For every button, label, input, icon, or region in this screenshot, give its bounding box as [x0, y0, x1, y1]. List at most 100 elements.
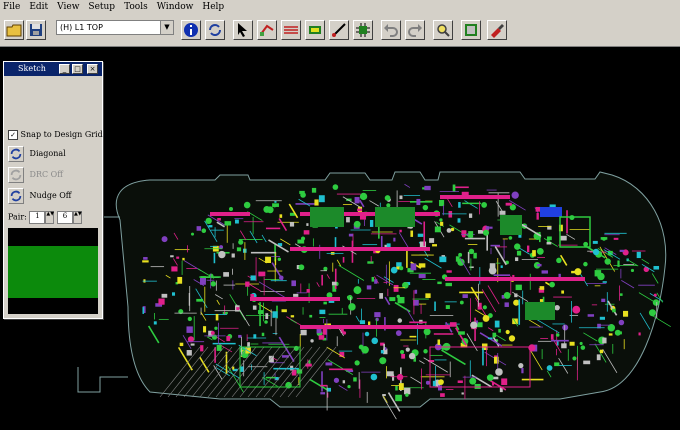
select-button[interactable] [233, 20, 253, 40]
pcb-via [458, 252, 463, 257]
maximize-icon[interactable]: □ [72, 64, 83, 74]
pcb-via [513, 299, 520, 306]
pcb-via [342, 331, 347, 335]
pcb-pad [359, 215, 366, 220]
trace-button[interactable] [329, 20, 349, 40]
pcb-via [332, 184, 339, 190]
pcb-pad [268, 355, 274, 363]
pair-from-stepper[interactable]: ▲▼ [45, 211, 55, 224]
chevron-down-icon[interactable]: ▼ [160, 21, 173, 34]
board-button[interactable] [461, 20, 481, 40]
menu-setup[interactable]: Setup [88, 0, 115, 14]
menu-edit[interactable]: Edit [29, 0, 48, 14]
drc-button[interactable] [487, 20, 507, 40]
menu-window[interactable]: Window [157, 0, 194, 14]
pcb-pad [583, 360, 591, 365]
pcb-via [486, 374, 494, 382]
pcb-pad [161, 293, 168, 298]
pcb-via [514, 243, 521, 250]
pcb-pad [398, 383, 404, 391]
pcb-pad [537, 263, 542, 267]
pcb-pad [498, 328, 501, 333]
open-button[interactable] [4, 20, 24, 40]
info-button[interactable] [181, 20, 201, 40]
pcb-pad [265, 256, 271, 263]
pcb-pad [325, 362, 333, 366]
menu-tools[interactable]: Tools [124, 0, 148, 14]
drc-mode-icon[interactable] [8, 167, 24, 183]
nudge-icon[interactable] [8, 188, 24, 204]
layer-color-green [8, 246, 98, 298]
pcb-pad [505, 202, 512, 206]
pcb-via [630, 268, 635, 273]
refresh-button[interactable] [205, 20, 225, 40]
pair-label: Pair: [8, 212, 27, 222]
nudge-row[interactable]: Nudge Off [8, 188, 71, 204]
pcb-pad [410, 263, 417, 271]
save-button[interactable] [26, 20, 46, 40]
diagonal-row[interactable]: Diagonal [8, 146, 66, 162]
palette-title-bar[interactable]: Sketch _ □ × [4, 62, 102, 76]
pcb-via [643, 266, 650, 273]
pcb-pad [457, 380, 463, 383]
layer-select[interactable]: (H) L1 TOP ▼ [56, 20, 174, 35]
pcb-pad [401, 353, 406, 359]
pcb-pad [379, 293, 384, 299]
pair-from-input[interactable]: 1 [29, 211, 46, 224]
pcb-pad [359, 320, 366, 325]
pcb-pad [515, 257, 519, 262]
pin-button[interactable] [305, 20, 325, 40]
component-button[interactable] [353, 20, 373, 40]
zoom-button[interactable] [433, 20, 453, 40]
menu-help[interactable]: Help [202, 0, 224, 14]
undo-button[interactable] [381, 20, 401, 40]
pcb-via [597, 272, 605, 281]
pcb-pad [440, 221, 444, 226]
pcb-via [648, 309, 657, 317]
minimize-icon[interactable]: _ [59, 64, 70, 74]
snap-checkbox[interactable]: ✓ [8, 130, 18, 140]
menu-bar: File Edit View Setup Tools Window Help [0, 0, 680, 14]
board-icon [465, 24, 477, 36]
pcb-pad [216, 344, 222, 351]
pcb-pad [446, 270, 452, 273]
menu-view[interactable]: View [57, 0, 79, 14]
pcb-pad [500, 265, 503, 268]
pcb-via [201, 228, 207, 233]
sketch-palette: Sketch _ □ × ✓ Snap to Design Grid Diago… [3, 61, 103, 319]
bus-route-button[interactable] [281, 20, 301, 40]
pcb-pad [473, 252, 477, 259]
pcb-pad [252, 305, 257, 310]
pcb-pad [395, 385, 398, 391]
diagonal-icon[interactable] [8, 146, 24, 162]
pcb-via [346, 295, 351, 299]
pair-to-stepper[interactable]: ▲▼ [72, 211, 82, 224]
pcb-pad [226, 336, 231, 342]
snap-to-grid-row[interactable]: ✓ Snap to Design Grid [8, 130, 103, 140]
pcb-pad [393, 284, 399, 292]
layer-color-swatch [8, 228, 98, 314]
pcb-via [602, 236, 606, 241]
pcb-pad [153, 321, 157, 325]
redo-button[interactable] [405, 20, 425, 40]
route-button[interactable] [257, 20, 277, 40]
pcb-pad [357, 208, 362, 212]
pcb-via [604, 258, 611, 265]
pcb-pad [439, 256, 447, 263]
pair-to-input[interactable]: 6 [56, 211, 73, 224]
pcb-pad [434, 226, 441, 233]
pcb-pad [410, 230, 414, 237]
close-icon[interactable]: × [87, 64, 98, 74]
menu-file[interactable]: File [3, 0, 20, 14]
pcb-pad [223, 272, 229, 277]
component-icon [356, 23, 370, 37]
open-icon [6, 24, 22, 37]
pcb-via [264, 320, 268, 324]
drc-row[interactable]: DRC Off [8, 167, 63, 183]
pcb-pad [561, 290, 565, 294]
pcb-via [482, 229, 490, 236]
pcb-via [495, 368, 503, 376]
pcb-pad [306, 223, 309, 226]
info-icon [184, 23, 198, 37]
pcb-pad [196, 226, 202, 231]
